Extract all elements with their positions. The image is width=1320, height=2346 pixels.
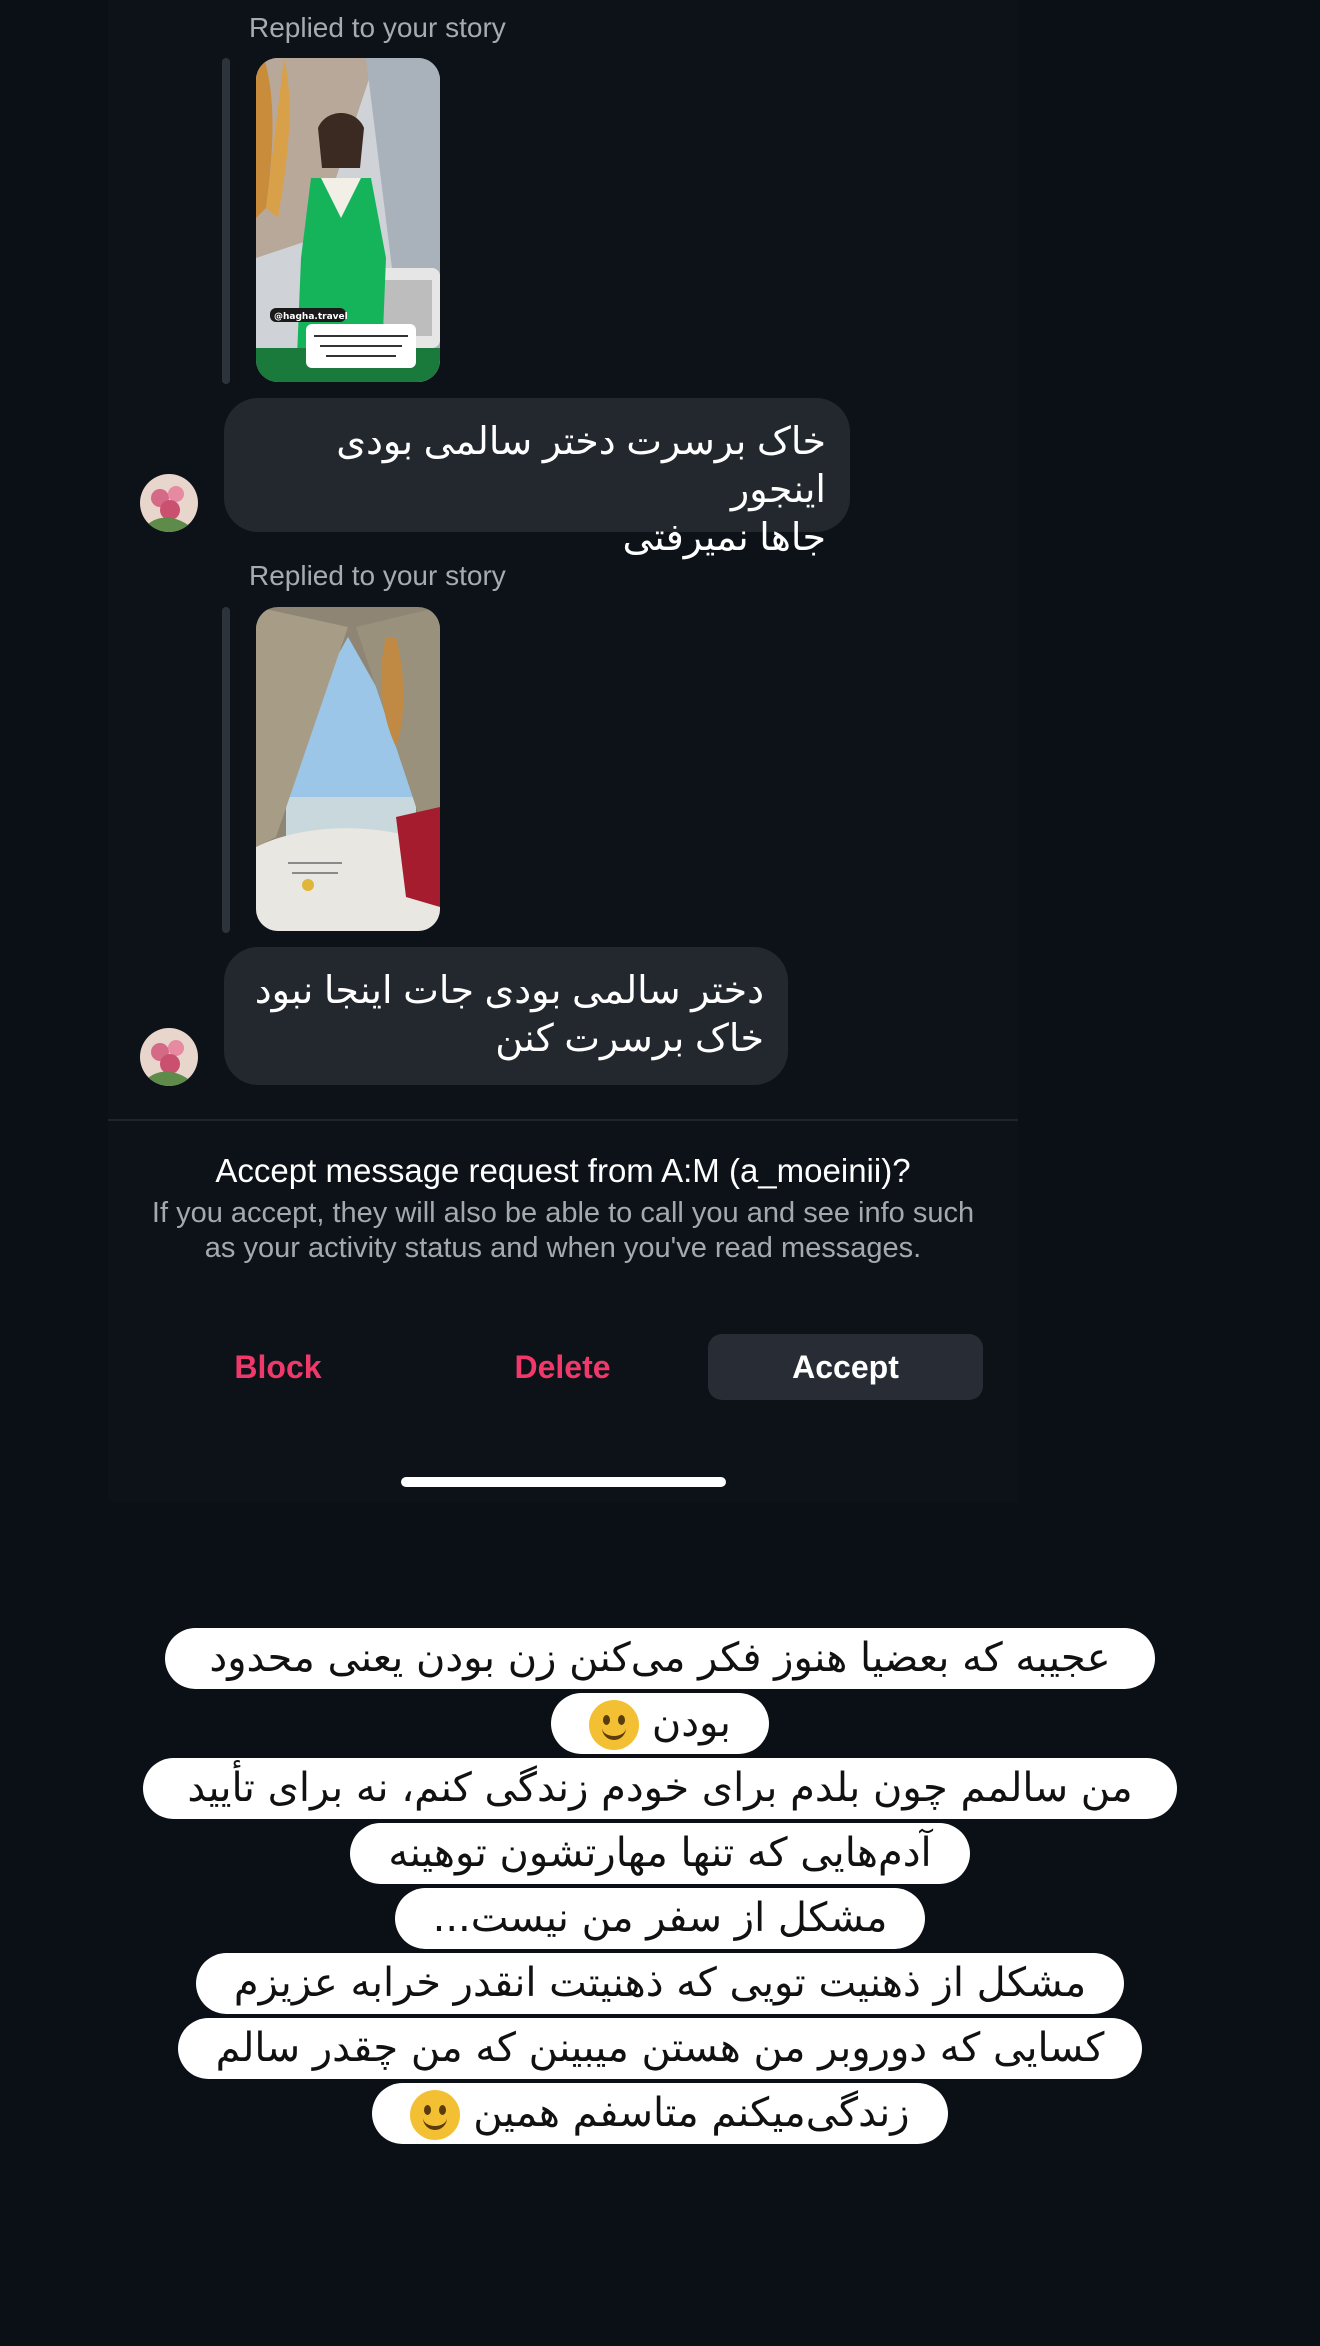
story-handle: @hagha.travel — [274, 312, 348, 322]
sender-avatar[interactable] — [140, 1028, 198, 1086]
story-thumbnail[interactable]: @hagha.travel — [256, 58, 440, 382]
caption-line: من سالمم چون بلدم برای خودم زندگی کنم، ن… — [143, 1758, 1177, 1819]
caption-line: بودن — [551, 1693, 769, 1754]
accept-button[interactable]: Accept — [708, 1334, 983, 1400]
slightly-smiling-face-icon — [589, 1700, 640, 1750]
story-preview[interactable]: @hagha.travel — [222, 58, 440, 384]
replied-to-story-label: Replied to your story — [249, 12, 506, 43]
reply-rail — [222, 58, 230, 384]
message-bubble[interactable]: خاک برسرت دختر سالمی بودی اینجور جاها نم… — [224, 398, 850, 559]
message-line: جاها نمیرفتی — [622, 517, 826, 559]
story-preview[interactable] — [222, 607, 440, 933]
caption-line: مشکل از سفر من نیست... — [394, 1888, 926, 1949]
caption-text: زندگی‌میکنم متاسفم همین — [473, 2090, 910, 2136]
caption-line: زندگی‌میکنم متاسفم همین — [372, 2083, 948, 2144]
caption-line: عجیبه که بعضیا هنوز فکر می‌کنن زن بودن ی… — [165, 1628, 1155, 1689]
caption-text: بودن — [651, 1700, 731, 1746]
story-thumbnail[interactable] — [256, 607, 440, 931]
delete-button[interactable]: Delete — [460, 1334, 665, 1400]
block-button[interactable]: Block — [178, 1334, 378, 1400]
message-bubble[interactable]: دختر سالمی بودی جات اینجا نبود خاک برسرت… — [224, 947, 788, 1085]
message-request-description: If you accept, they will also be able to… — [151, 1197, 975, 1264]
caption-line: کسایی که دوروبر من هستن میبینن که من چقد… — [177, 2018, 1143, 2079]
reply-rail — [222, 607, 230, 933]
message-line: دختر سالمی بودی جات اینجا نبود — [254, 970, 764, 1012]
message-request-title: Accept message request from A:M (a_moein… — [215, 1152, 911, 1189]
sender-avatar[interactable] — [140, 474, 198, 532]
home-indicator[interactable] — [401, 1477, 726, 1487]
slightly-smiling-face-icon — [410, 2090, 461, 2140]
message-line: خاک برسرت کنن — [495, 1018, 764, 1060]
replied-to-story-label: Replied to your story — [249, 560, 506, 591]
caption-line: مشکل از ذهنیت تویی که ذهنیتت انقدر خرابه… — [195, 1953, 1125, 2014]
story-caption: عجیبه که بعضیا هنوز فکر می‌کنن زن بودن ی… — [0, 1628, 1320, 2148]
caption-line: آدم‌هایی که تنها مهارتشون توهینه — [350, 1823, 970, 1884]
divider — [108, 1119, 1018, 1121]
message-line: خاک برسرت دختر سالمی بودی اینجور — [336, 421, 826, 511]
